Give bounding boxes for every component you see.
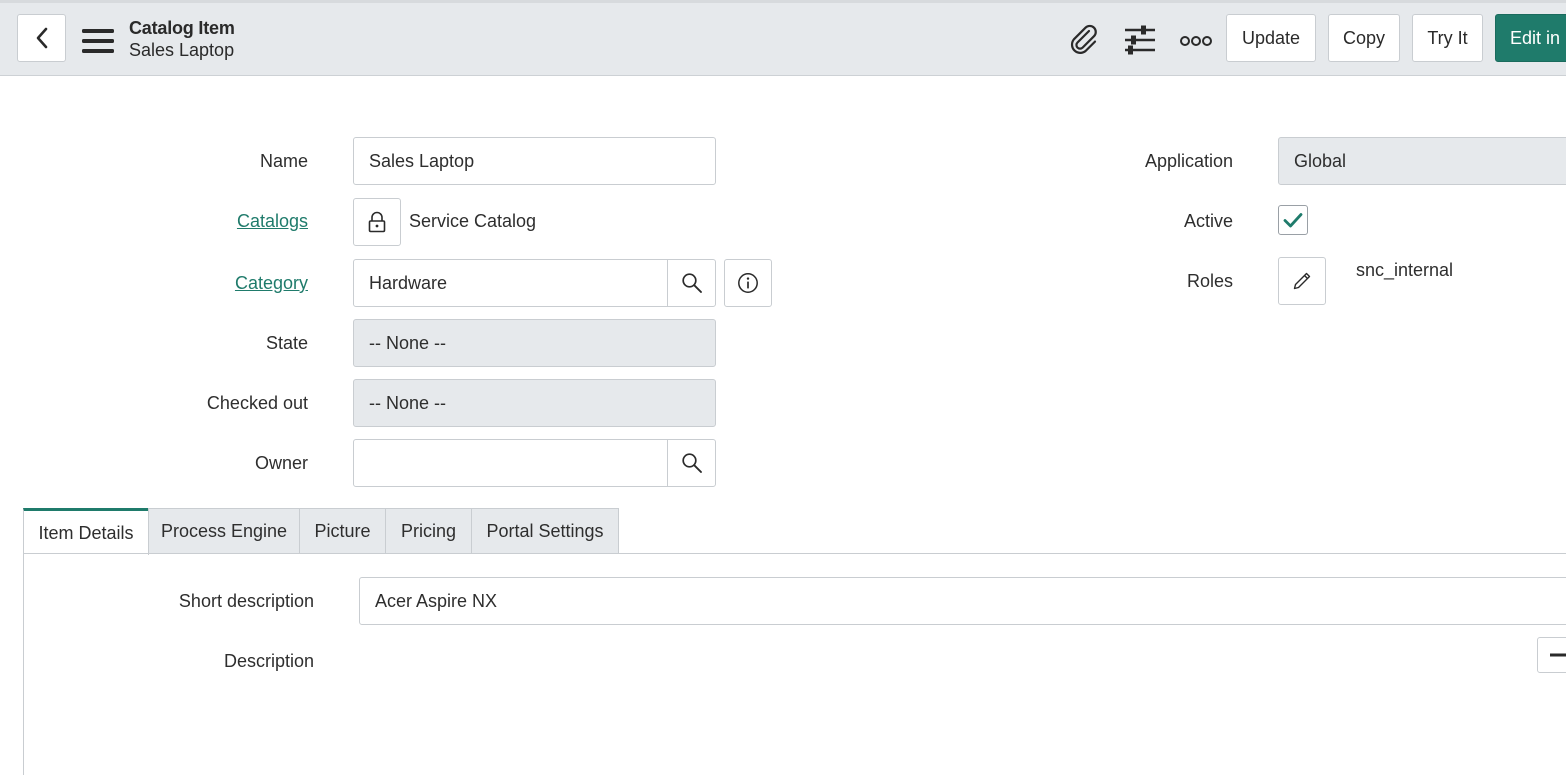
- short-description-input[interactable]: Acer Aspire NX: [359, 577, 1566, 625]
- sliders-icon: [1125, 25, 1155, 55]
- category-input[interactable]: Hardware: [353, 259, 668, 307]
- paperclip-icon: [1070, 24, 1097, 54]
- checkmark-icon: [1283, 213, 1303, 228]
- roles-edit-button[interactable]: [1278, 257, 1326, 305]
- form-header: Catalog Item Sales Laptop Update Copy Tr…: [0, 0, 1566, 76]
- collapse-editor-button[interactable]: [1537, 637, 1566, 673]
- owner-label: Owner: [254, 453, 308, 473]
- tab-process-engine[interactable]: Process Engine: [148, 508, 300, 554]
- active-label: Active: [1183, 211, 1233, 231]
- roles-label: Roles: [1186, 271, 1233, 291]
- tab-item-details[interactable]: Item Details: [23, 508, 149, 555]
- minus-icon: [1550, 653, 1566, 657]
- search-icon: [681, 273, 702, 293]
- owner-lookup-button[interactable]: [667, 439, 716, 487]
- page-title: Catalog Item: [129, 18, 235, 38]
- category-label-link[interactable]: Category: [150, 272, 308, 294]
- pencil-icon: [1293, 272, 1311, 290]
- page-title-block: Catalog Item Sales Laptop: [129, 17, 235, 61]
- owner-input[interactable]: [353, 439, 668, 487]
- attachment-button[interactable]: [1066, 22, 1102, 58]
- application-field: Global: [1278, 137, 1566, 185]
- search-icon: [681, 453, 702, 473]
- catalogs-value: Service Catalog: [409, 211, 537, 231]
- checked-out-label: Checked out: [206, 393, 308, 413]
- lock-icon: [368, 211, 386, 233]
- edit-in-button[interactable]: Edit in: [1495, 14, 1566, 62]
- catalogs-lock-button[interactable]: [353, 198, 401, 246]
- update-button[interactable]: Update: [1226, 14, 1316, 62]
- application-label: Application: [1144, 151, 1233, 171]
- checked-out-field: -- None --: [353, 379, 716, 427]
- description-label: Description: [223, 651, 314, 671]
- info-icon: [738, 273, 758, 293]
- short-description-label: Short description: [178, 591, 314, 611]
- category-lookup-button[interactable]: [667, 259, 716, 307]
- name-label: Name: [259, 151, 308, 171]
- copy-button[interactable]: Copy: [1328, 14, 1400, 62]
- try-it-button[interactable]: Try It: [1412, 14, 1483, 62]
- active-checkbox[interactable]: [1278, 205, 1308, 235]
- catalogs-label-link[interactable]: Catalogs: [150, 210, 308, 232]
- back-chevron-icon: [36, 27, 47, 49]
- roles-value: snc_internal: [1356, 260, 1454, 280]
- name-input[interactable]: Sales Laptop: [353, 137, 716, 185]
- tab-portal-settings[interactable]: Portal Settings: [471, 508, 619, 554]
- record-name: Sales Laptop: [129, 40, 235, 60]
- tab-picture[interactable]: Picture: [299, 508, 386, 554]
- category-preview-button[interactable]: [724, 259, 772, 307]
- catalog-item-form-page: Catalog Item Sales Laptop Update Copy Tr…: [0, 0, 1566, 775]
- more-options-icon: [1180, 36, 1212, 46]
- state-field: -- None --: [353, 319, 716, 367]
- tab-pricing[interactable]: Pricing: [385, 508, 472, 554]
- hamburger-menu-icon[interactable]: [82, 27, 114, 55]
- state-label: State: [265, 333, 308, 353]
- more-options-button[interactable]: [1178, 31, 1214, 51]
- personalize-form-button[interactable]: [1122, 23, 1158, 57]
- back-button[interactable]: [17, 14, 66, 62]
